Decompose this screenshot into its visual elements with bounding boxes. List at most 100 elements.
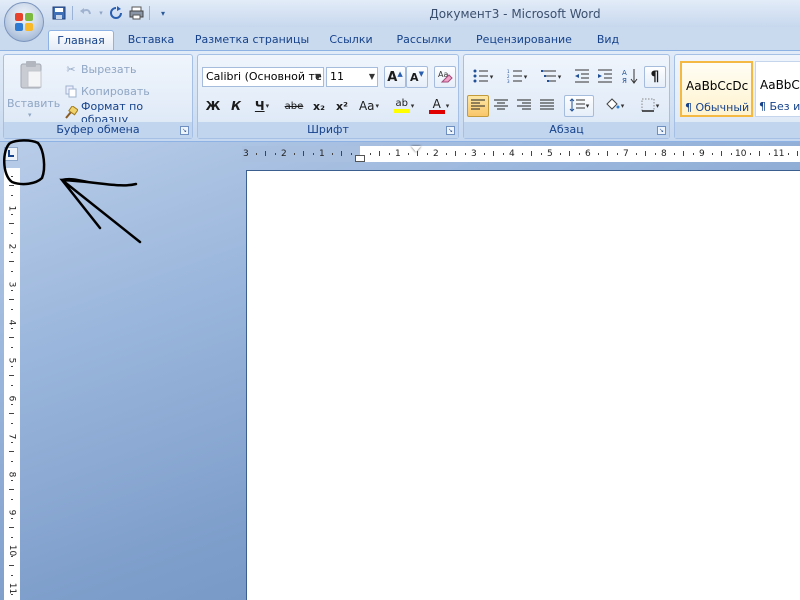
- ruler-number: 3: [243, 149, 249, 159]
- ruler-tick: [11, 555, 13, 557]
- ruler-number: 10: [735, 149, 747, 159]
- scissors-icon: ✂: [66, 62, 76, 76]
- highlight-label: ab: [395, 98, 408, 109]
- chevron-down-icon: ▾: [557, 73, 562, 81]
- chevron-down-icon: ▾: [655, 102, 660, 110]
- tab-mailings[interactable]: Рассылки: [390, 30, 458, 50]
- show-marks-button[interactable]: ¶: [644, 66, 666, 88]
- ruler-number: 4: [6, 319, 17, 326]
- ruler-tick: [11, 327, 13, 329]
- tab-page-layout[interactable]: Разметка страницы: [188, 30, 316, 50]
- ruler-tick: [265, 151, 266, 156]
- copy-button[interactable]: Копировать: [64, 81, 150, 101]
- ruler-tick: [426, 153, 428, 155]
- svg-text:A: A: [622, 69, 627, 77]
- horizontal-ruler[interactable]: 3 2 1 1 2 3 4 5 6 7 8 9 10 11: [242, 146, 800, 162]
- decrease-indent-button[interactable]: [571, 66, 593, 88]
- justify-button[interactable]: [536, 95, 558, 117]
- office-logo-icon: [15, 13, 34, 32]
- ruler-tick: [11, 289, 13, 291]
- borders-button[interactable]: ▾: [634, 95, 666, 117]
- align-left-button[interactable]: [467, 95, 489, 117]
- tab-selector-button[interactable]: [4, 147, 18, 161]
- styles-group: AaBbCcDc ¶ Обычный AaBbCc ¶ Без инт: [674, 54, 800, 139]
- cut-button[interactable]: ✂ Вырезать: [64, 59, 136, 79]
- tab-view[interactable]: Вид: [588, 30, 628, 50]
- format-painter-button[interactable]: Формат по образцу: [64, 100, 192, 126]
- ruler-tick: [483, 153, 485, 155]
- ribbon-tabs: Главная Вставка Разметка страницы Ссылки…: [0, 27, 800, 50]
- ruler-tick: [9, 527, 14, 528]
- strikethrough-button[interactable]: abe: [282, 95, 306, 117]
- line-spacing-button[interactable]: ▾: [564, 95, 594, 117]
- justify-icon: [540, 99, 554, 114]
- ruler-tick: [635, 153, 637, 155]
- numbering-button[interactable]: 1 2 3 ▾: [501, 66, 533, 88]
- tab-review[interactable]: Рецензирование: [468, 30, 580, 50]
- ruler-tick: [464, 153, 466, 155]
- ruler-tick: [293, 153, 295, 155]
- paragraph-launcher-icon[interactable]: ↘: [657, 126, 666, 135]
- align-right-button[interactable]: [513, 95, 535, 117]
- font-color-button[interactable]: A ▾: [424, 95, 454, 117]
- ruler-tick: [11, 498, 13, 500]
- clear-formatting-button[interactable]: Aa: [434, 66, 456, 88]
- highlight-button[interactable]: ab ▾: [388, 95, 420, 117]
- left-indent-marker[interactable]: [355, 155, 365, 162]
- paste-button[interactable]: Вставить ▾: [7, 57, 60, 123]
- shading-button[interactable]: ▾: [598, 95, 630, 117]
- style-sample: AaBbCc: [760, 78, 800, 92]
- decrease-indent-icon: [574, 69, 590, 86]
- align-center-button[interactable]: [490, 95, 512, 117]
- multilevel-list-button[interactable]: ▾: [535, 66, 567, 88]
- font-launcher-icon[interactable]: ↘: [446, 126, 455, 135]
- ruler-tick: [578, 153, 580, 155]
- ruler-tick: [540, 153, 542, 155]
- tab-home[interactable]: Главная: [48, 30, 114, 50]
- underline-button[interactable]: Ч ▾: [248, 95, 276, 117]
- chevron-down-icon: ▾: [585, 102, 590, 110]
- superscript-button[interactable]: x²: [331, 95, 353, 117]
- shrink-font-button[interactable]: A ▼: [406, 66, 428, 88]
- ruler-tick: [11, 194, 13, 196]
- font-size-value: 11: [330, 70, 344, 83]
- style-normal[interactable]: AaBbCcDc ¶ Обычный: [680, 61, 753, 117]
- tab-insert[interactable]: Вставка: [120, 30, 182, 50]
- office-button[interactable]: [4, 2, 44, 42]
- ruler-tick: [607, 151, 608, 156]
- change-case-button[interactable]: Aa ▾: [354, 95, 384, 117]
- ruler-tick: [749, 153, 751, 155]
- bold-button[interactable]: Ж: [202, 95, 224, 117]
- vertical-ruler[interactable]: 1 2 3 4 5 6 7 8 9 10 11: [4, 168, 20, 600]
- paste-dropdown-icon: ▾: [28, 111, 32, 119]
- ruler-tick: [692, 153, 694, 155]
- bullets-button[interactable]: ▾: [467, 66, 499, 88]
- tab-references[interactable]: Ссылки: [322, 30, 380, 50]
- ruler-tick: [645, 151, 646, 156]
- paintbrush-icon: [64, 106, 78, 120]
- change-case-label: Aa: [358, 99, 375, 113]
- ruler-number: 9: [6, 509, 17, 516]
- ruler-tick: [407, 153, 409, 155]
- font-group: Calibri (Основной те ▼ 11 ▼ A ▲ A ▼ Aa Ж К…: [197, 54, 459, 139]
- font-size-select[interactable]: 11 ▼: [326, 67, 378, 87]
- sort-button[interactable]: AЯ: [619, 66, 641, 88]
- ruler-number: 9: [699, 149, 705, 159]
- ruler-tick: [369, 153, 371, 155]
- borders-icon: [641, 98, 655, 115]
- underline-label: Ч: [254, 99, 265, 113]
- subscript-button[interactable]: x₂: [308, 95, 330, 117]
- grow-font-button[interactable]: A ▲: [384, 66, 406, 88]
- italic-button[interactable]: К: [225, 95, 247, 117]
- clipboard-launcher-icon[interactable]: ↘: [180, 126, 189, 135]
- document-page[interactable]: [246, 170, 800, 600]
- ruler-number: 2: [6, 243, 17, 250]
- ruler-tick: [11, 232, 13, 234]
- style-no-spacing[interactable]: AaBbCc ¶ Без инт: [755, 61, 800, 117]
- ruler-tick: [312, 153, 314, 155]
- first-line-indent-marker[interactable]: [411, 146, 421, 152]
- ruler-number: 6: [585, 149, 591, 159]
- font-family-select[interactable]: Calibri (Основной те ▼: [202, 67, 324, 87]
- ruler-number: 8: [661, 149, 667, 159]
- increase-indent-button[interactable]: [594, 66, 616, 88]
